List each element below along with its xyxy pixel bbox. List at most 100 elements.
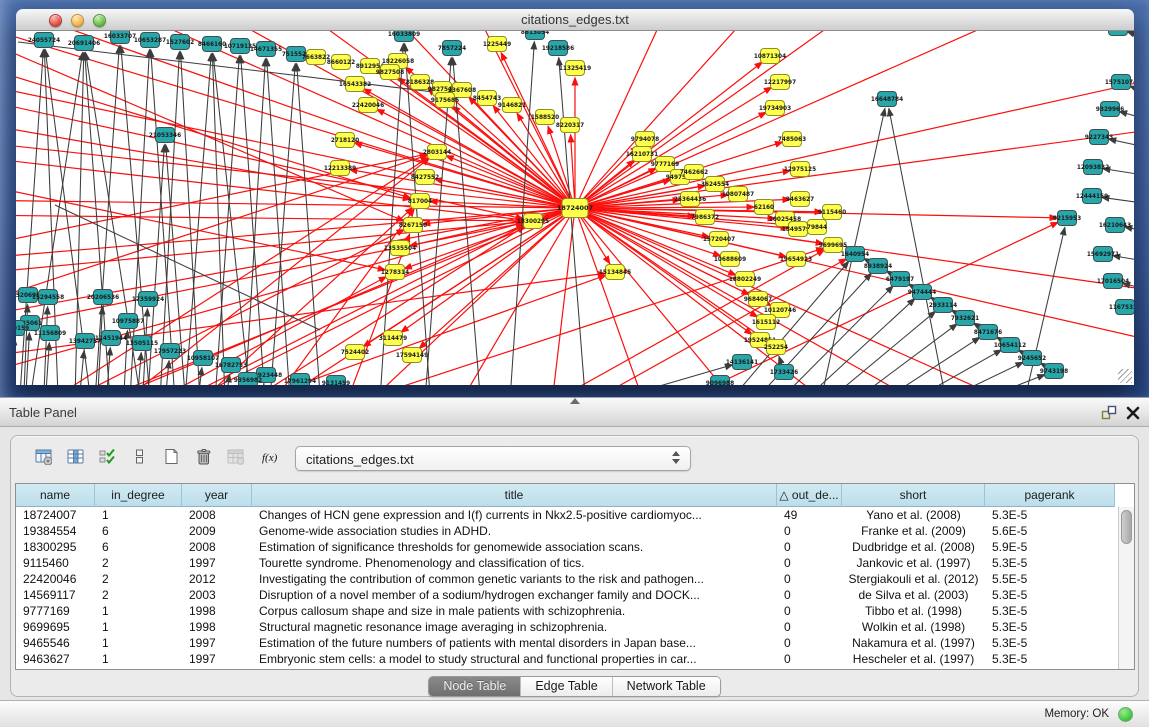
graph-edge[interactable] [16, 120, 411, 199]
graph-edge[interactable] [575, 31, 1000, 208]
table-row[interactable]: 946554611997Estimation of the future num… [16, 635, 1119, 651]
table-cell: 22420046 [16, 571, 95, 587]
table-row[interactable]: 1872400712008Changes of HCN gene express… [16, 507, 1119, 523]
graph-node-label: 9356982 [234, 378, 262, 384]
graph-node-label: 17961294 [284, 379, 316, 385]
tab-edge-table[interactable]: Edge Table [520, 677, 611, 696]
table-row[interactable]: 1456911722003Disruption of a novel membe… [16, 587, 1119, 603]
network-window-titlebar[interactable]: citations_edges.txt [16, 9, 1134, 31]
network-view-window[interactable]: citations_edges.txt 24055724206914061603… [16, 9, 1134, 385]
graph-edge[interactable] [453, 57, 480, 385]
graph-node-label: 3114479 [379, 336, 407, 342]
table-row[interactable]: 1938455462009Genome-wide association stu… [16, 523, 1119, 539]
scrollbar-thumb[interactable] [1121, 510, 1132, 544]
graph-edge[interactable] [16, 215, 524, 221]
function-builder-icon[interactable]: f(x) [255, 444, 283, 472]
row-options-icon[interactable] [125, 444, 153, 472]
graph-edge[interactable] [138, 352, 141, 385]
column-visibility-icon[interactable] [61, 444, 89, 472]
tab-network-table[interactable]: Network Table [612, 677, 720, 696]
graph-node-label: 10654112 [994, 343, 1026, 349]
table-row[interactable]: 946362711997Embryonic stem cells: a mode… [16, 651, 1119, 667]
graph-node-label: 19654923 [780, 257, 812, 263]
graph-edge[interactable] [904, 374, 1045, 385]
table-vertical-scrollbar[interactable] [1118, 507, 1134, 669]
graph-node-label: 8220317 [556, 123, 584, 129]
column-header-pagerank[interactable]: pagerank [985, 484, 1115, 507]
graph-node-label: 10688609 [714, 257, 746, 263]
graph-node-label: 2933114 [929, 303, 957, 309]
graph-edge[interactable] [540, 259, 847, 385]
close-panel-icon[interactable] [1124, 404, 1142, 422]
graph-edge[interactable] [50, 208, 575, 385]
tab-node-table[interactable]: Node Table [429, 677, 520, 696]
table-cell: Yano et al. (2008) [842, 507, 985, 523]
table-cell: 5.3E-5 [985, 619, 1115, 635]
graph-node-label: 10120746 [764, 308, 796, 314]
graph-node-label: 9794078 [631, 137, 659, 143]
table-row[interactable]: 977716911998Corpus callosum shape and si… [16, 603, 1119, 619]
split-pane-handle-icon[interactable] [570, 398, 580, 404]
table-row[interactable]: 2242004622012Investigating the contribut… [16, 571, 1119, 587]
graph-node-label: 9699695 [819, 243, 847, 249]
column-header-title[interactable]: title [252, 484, 777, 507]
graph-node-label: 8466160 [198, 42, 226, 48]
create-column-icon[interactable] [157, 444, 185, 472]
table-cell: 18724007 [16, 507, 95, 523]
table-cell: Structural magnetic resonance image aver… [252, 619, 777, 635]
graph-edge[interactable] [267, 58, 290, 385]
table-row[interactable]: 969969511998Structural magnetic resonanc… [16, 619, 1119, 635]
citation-network-graph[interactable]: 2405572420691406160337071065328715276028… [16, 31, 1134, 385]
graph-node-label: 9131459 [322, 381, 350, 385]
delete-column-icon[interactable] [189, 444, 217, 472]
graph-edge[interactable] [793, 311, 936, 385]
table-cell: 9777169 [16, 603, 95, 619]
graph-edge[interactable] [409, 208, 575, 246]
table-cell: 9115460 [16, 555, 95, 571]
window-resize-grip[interactable] [1118, 369, 1132, 383]
table-row[interactable]: 1830029562008Estimation of significance … [16, 539, 1119, 555]
table-mode-icon[interactable] [29, 444, 57, 472]
table-selector-dropdown[interactable]: citations_edges.txt [295, 446, 691, 471]
table-cell: 0 [777, 619, 842, 635]
column-header-name[interactable]: name [16, 484, 95, 507]
graph-node-label: 9115460 [818, 210, 846, 216]
table-row[interactable]: 911546021997Tourette syndrome. Phenomeno… [16, 555, 1119, 571]
table-cell: 0 [777, 603, 842, 619]
float-panel-icon[interactable] [1100, 404, 1118, 422]
table-cell: 1997 [182, 635, 252, 651]
table-cell: Disruption of a novel member of a sodium… [252, 587, 777, 603]
graph-node-label: 7857224 [438, 46, 466, 52]
table-cell: 18300295 [16, 539, 95, 555]
graph-edge[interactable] [838, 337, 980, 385]
graph-edge[interactable] [559, 57, 585, 385]
column-header-short[interactable]: short [842, 484, 985, 507]
graph-edge[interactable] [815, 324, 957, 385]
table-cell: 5.3E-5 [985, 635, 1115, 651]
graph-node-label: 252254 [764, 345, 788, 351]
graph-edge[interactable] [550, 208, 575, 385]
graph-edge[interactable] [60, 225, 524, 385]
column-header-in_degree[interactable]: in_degree [95, 484, 182, 507]
network-canvas[interactable]: 2405572420691406160337071065328715276028… [16, 31, 1134, 385]
table-header-row: namein_degreeyeartitle△ out_de...shortpa… [16, 484, 1119, 507]
column-header-out_de[interactable]: △ out_de... [777, 484, 842, 507]
graph-node-label: 1527602 [166, 40, 194, 46]
dropdown-arrows-icon [672, 451, 681, 467]
graph-node-label: 9474444 [908, 290, 936, 296]
graph-edge[interactable] [262, 384, 264, 385]
graph-edge[interactable] [16, 155, 524, 220]
table-cell: 2012 [182, 571, 252, 587]
graph-node-label: 10807487 [722, 192, 754, 198]
graph-node-label: 14671355 [250, 47, 282, 53]
graph-edge[interactable] [160, 51, 179, 385]
graph-node-label: 6479197 [886, 277, 914, 283]
table-cell: 5.5E-5 [985, 571, 1115, 587]
memory-status-indicator-icon[interactable] [1118, 707, 1133, 722]
graph-edge[interactable] [882, 362, 1023, 385]
graph-edge[interactable] [405, 43, 430, 385]
graph-node-label: 9146821 [498, 103, 526, 109]
select-columns-icon[interactable] [93, 444, 121, 472]
graph-node-label: 16033707 [104, 34, 136, 40]
column-header-year[interactable]: year [182, 484, 252, 507]
